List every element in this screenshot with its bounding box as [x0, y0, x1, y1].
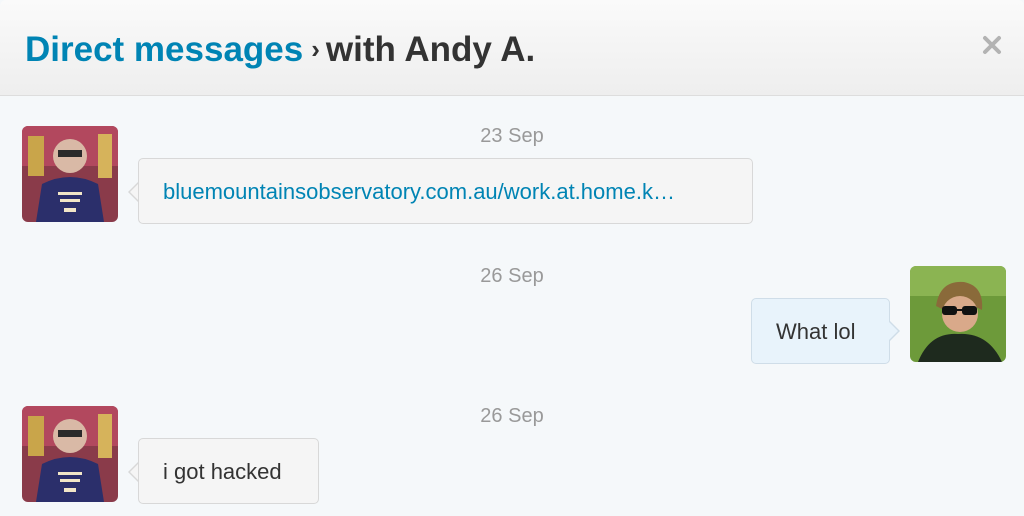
bubble-tail [888, 321, 898, 341]
breadcrumb-separator: › [311, 34, 320, 64]
direct-messages-link[interactable]: Direct messages [25, 30, 303, 69]
message-bubble: i got hacked [138, 438, 319, 504]
message-date: 26 Sep [480, 405, 544, 427]
message-list[interactable]: 23 Sep bluemountainsobservatory.com.au/w… [0, 96, 1024, 516]
message-date: 26 Sep [480, 265, 544, 287]
close-icon[interactable] [980, 33, 1004, 57]
message-text: i got hacked [163, 459, 282, 484]
dialog-header: Direct messages › with Andy A. [0, 0, 1024, 96]
dm-dialog: Direct messages › with Andy A. 23 Sep bl… [0, 0, 1024, 516]
message-bubble: bluemountainsobservatory.com.au/work.at.… [138, 158, 753, 224]
message-text: What lol [776, 319, 856, 344]
message-bubble: What lol [751, 298, 890, 364]
conversation-title: with Andy A. [325, 30, 536, 69]
breadcrumb: Direct messages › with Andy A. [25, 28, 535, 74]
avatar[interactable] [22, 406, 118, 502]
message-link[interactable]: bluemountainsobservatory.com.au/work.at.… [163, 179, 675, 204]
avatar[interactable] [22, 126, 118, 222]
message-date: 23 Sep [480, 125, 544, 147]
avatar[interactable] [910, 266, 1006, 362]
